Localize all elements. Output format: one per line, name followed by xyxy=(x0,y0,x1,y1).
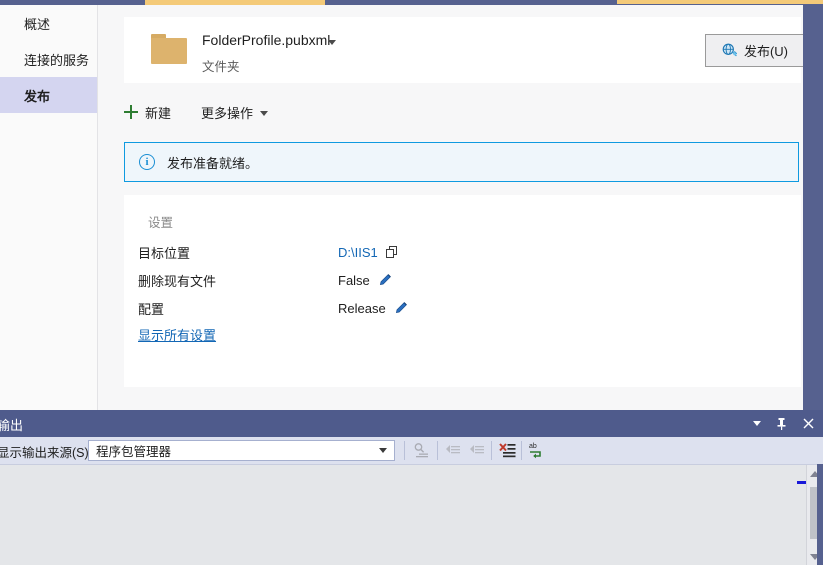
output-right-dock-strip xyxy=(817,464,823,565)
info-bar-message: 发布准备就绪。 xyxy=(167,155,259,171)
sidebar-item-label: 发布 xyxy=(24,88,51,104)
publish-button[interactable]: 发布(U) xyxy=(705,34,803,67)
settings-section-title: 设置 xyxy=(148,216,174,230)
pencil-edit-icon[interactable] xyxy=(378,273,392,287)
project-properties-sidebar: 概述 连接的服务 发布 xyxy=(0,5,98,410)
output-panel: 输出 显示输出来源(S): 程序包管理器 ab xyxy=(0,410,823,565)
pencil-edit-icon[interactable] xyxy=(394,301,408,315)
publish-status-info-bar: i 发布准备就绪。 xyxy=(124,142,799,182)
settings-value-configuration: Release xyxy=(338,300,386,316)
publish-button-label: 发布(U) xyxy=(743,44,789,59)
sidebar-item-label: 概述 xyxy=(24,16,51,32)
output-source-label: 显示输出来源(S): xyxy=(0,446,93,460)
toolbar-separator xyxy=(404,441,405,460)
document-tab-trailing xyxy=(617,0,823,4)
output-panel-title: 输出 xyxy=(0,418,24,433)
output-panel-header-icons xyxy=(753,410,815,437)
publish-main-content: FolderProfile.pubxml 文件夹 发布(U) 新建 更多操作 i… xyxy=(98,5,803,410)
output-panel-toolbar: 显示输出来源(S): 程序包管理器 ab xyxy=(0,437,823,464)
new-profile-label: 新建 xyxy=(145,105,172,121)
publish-settings-card: 设置 目标位置 D:\IIS1 删除现有文件 False 配置 Release … xyxy=(124,195,801,387)
publish-globe-icon xyxy=(722,43,738,58)
settings-value-delete-existing-files: False xyxy=(338,272,370,288)
svg-text:ab: ab xyxy=(529,443,537,450)
chevron-down-icon xyxy=(379,448,387,453)
new-profile-button[interactable]: 新建 xyxy=(124,103,171,122)
find-message-icon[interactable] xyxy=(412,441,432,460)
toolbar-separator xyxy=(437,441,438,460)
profile-chevron-down-icon[interactable] xyxy=(328,40,336,45)
publish-profile-name: FolderProfile.pubxml xyxy=(202,32,331,48)
right-dock-strip xyxy=(803,4,823,410)
output-source-value: 程序包管理器 xyxy=(96,445,172,459)
settings-rows: 目标位置 D:\IIS1 删除现有文件 False 配置 Release xyxy=(138,240,518,324)
publish-profile-kind: 文件夹 xyxy=(202,60,240,74)
show-all-settings-link[interactable]: 显示所有设置 xyxy=(138,325,216,344)
toolbar-separator xyxy=(491,441,492,460)
sidebar-item-overview[interactable]: 概述 xyxy=(0,5,97,41)
settings-value-target-location[interactable]: D:\IIS1 xyxy=(338,245,378,260)
previous-message-icon[interactable] xyxy=(444,441,464,460)
info-circle-icon: i xyxy=(139,154,155,170)
sidebar-item-connected-services[interactable]: 连接的服务 xyxy=(0,41,97,77)
publish-profile-header-card: FolderProfile.pubxml 文件夹 发布(U) xyxy=(124,17,803,83)
settings-label: 目标位置 xyxy=(138,245,191,261)
sidebar-item-publish[interactable]: 发布 xyxy=(0,77,97,113)
close-icon[interactable] xyxy=(802,417,815,431)
next-message-icon[interactable] xyxy=(468,441,488,460)
more-actions-label: 更多操作 xyxy=(201,105,254,121)
output-panel-body[interactable] xyxy=(0,464,823,565)
toolbar-separator xyxy=(521,441,522,460)
settings-row-delete-existing-files: 删除现有文件 False xyxy=(138,268,518,292)
chevron-down-icon[interactable] xyxy=(753,421,761,426)
toggle-word-wrap-icon[interactable]: ab xyxy=(528,441,548,460)
settings-row-target-location: 目标位置 D:\IIS1 xyxy=(138,240,518,264)
settings-row-configuration: 配置 Release xyxy=(138,296,518,320)
output-source-select[interactable]: 程序包管理器 xyxy=(88,440,395,461)
folder-icon xyxy=(151,34,187,64)
clear-all-icon[interactable] xyxy=(498,441,518,460)
settings-label: 配置 xyxy=(138,301,165,317)
publish-actions-toolbar: 新建 更多操作 xyxy=(124,97,269,127)
pin-icon[interactable] xyxy=(775,417,788,431)
output-panel-header: 输出 xyxy=(0,410,823,437)
sidebar-item-label: 连接的服务 xyxy=(24,52,90,68)
copy-icon[interactable] xyxy=(385,245,399,259)
chevron-down-icon xyxy=(260,111,269,116)
visual-studio-publish-window: 概述 连接的服务 发布 FolderProfile.pubxml 文件夹 发布(… xyxy=(0,0,823,565)
settings-label: 删除现有文件 xyxy=(138,273,217,289)
plus-icon xyxy=(124,105,138,119)
more-actions-button[interactable]: 更多操作 xyxy=(201,103,269,122)
